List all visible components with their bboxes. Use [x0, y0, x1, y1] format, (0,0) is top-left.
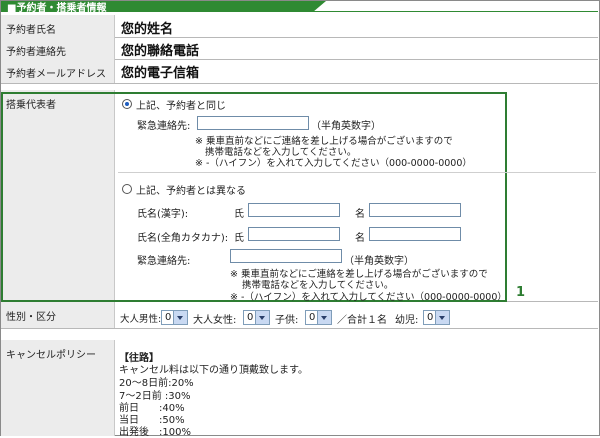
radio-different-from-booker[interactable] — [122, 184, 132, 194]
halfwidth-note: （半角英数字） — [311, 121, 381, 132]
total-count: ／合計１名 — [337, 315, 387, 326]
halfwidth-note-2: （半角英数字） — [344, 256, 414, 267]
note-2: ※ -（ハイフン）を入れて入力してください（000-0000-0000） — [195, 158, 472, 169]
booker-name-row: 予約者氏名 您的姓名 — [1, 15, 598, 38]
adult-female-value: 0 — [247, 312, 254, 323]
adult-female-select[interactable]: 0 — [243, 310, 270, 325]
chevron-down-icon — [317, 311, 331, 324]
emergency-contact-input[interactable] — [197, 116, 309, 130]
category-label: 性別・区分 — [6, 312, 56, 323]
chevron-down-icon — [173, 311, 187, 324]
kana-sei-label: 氏 — [234, 233, 244, 244]
adult-male-value: 0 — [165, 312, 172, 323]
booker-contact-label-cell: 予約者連絡先 — [1, 37, 115, 59]
category-label-cell: 性別・区分 — [1, 302, 115, 328]
section-title: ■予約者・搭乗者情報 — [7, 3, 107, 14]
child-select[interactable]: 0 — [305, 310, 332, 325]
booker-name-label-cell: 予約者氏名 — [1, 15, 115, 37]
booker-contact-value: 您的聯絡電話 — [121, 44, 200, 59]
cancel-policy-label-cell: キャンセルポリシー — [1, 340, 115, 436]
kana-first-name-input[interactable] — [369, 227, 461, 241]
radio-same-as-booker[interactable] — [122, 99, 132, 109]
chevron-down-icon — [255, 311, 269, 324]
child-value: 0 — [309, 312, 316, 323]
radio-different-label: 上記、予約者とは異なる — [136, 186, 246, 197]
booker-name-label: 予約者氏名 — [6, 25, 56, 36]
section-header: ■予約者・搭乗者情報 — [1, 1, 598, 14]
kanji-last-name-input[interactable] — [248, 203, 340, 217]
radio-same-label: 上記、予約者と同じ — [136, 101, 226, 112]
name-kanji-label: 氏名(漢字): — [137, 209, 189, 220]
booker-email-row: 予約者メールアドレス 您的電子信箱 — [1, 59, 598, 84]
booker-name-value: 您的姓名 — [121, 22, 174, 37]
kana-mei-label: 名 — [355, 233, 365, 244]
kanji-sei-label: 氏 — [234, 209, 244, 220]
adult-male-label: 大人男性: — [120, 314, 162, 325]
adult-male-select[interactable]: 0 — [161, 310, 188, 325]
cancel-policy-row: キャンセルポリシー — [1, 340, 598, 436]
emergency-contact-label-2: 緊急連絡先: — [137, 256, 191, 267]
infant-select[interactable]: 0 — [423, 310, 450, 325]
booker-contact-row: 予約者連絡先 您的聯絡電話 — [1, 37, 598, 60]
kana-last-name-input[interactable] — [248, 227, 340, 241]
highlight-badge: 1 — [516, 285, 526, 300]
name-kana-label: 氏名(全角カタカナ): — [137, 233, 229, 244]
category-row: 性別・区分 — [1, 302, 598, 329]
note-4: ※ -（ハイフン）を入れて入力してください（000-0000-0000） — [230, 292, 507, 303]
booker-email-label: 予約者メールアドレス — [6, 69, 106, 80]
infant-value: 0 — [427, 312, 434, 323]
kanji-first-name-input[interactable] — [369, 203, 461, 217]
emergency-contact-input-2[interactable] — [230, 249, 342, 263]
booker-contact-label: 予約者連絡先 — [6, 47, 66, 58]
chevron-down-icon — [435, 311, 449, 324]
child-label: 子供: — [275, 315, 299, 326]
cancel-policy-label: キャンセルポリシー — [6, 350, 96, 361]
booker-email-value: 您的電子信箱 — [121, 66, 200, 81]
emergency-contact-label: 緊急連絡先: — [137, 121, 191, 132]
option-divider — [118, 172, 596, 173]
infant-label: 幼児: — [395, 315, 419, 326]
kanji-mei-label: 名 — [355, 209, 365, 220]
adult-female-label: 大人女性: — [193, 315, 237, 326]
booker-email-label-cell: 予約者メールアドレス — [1, 59, 115, 83]
